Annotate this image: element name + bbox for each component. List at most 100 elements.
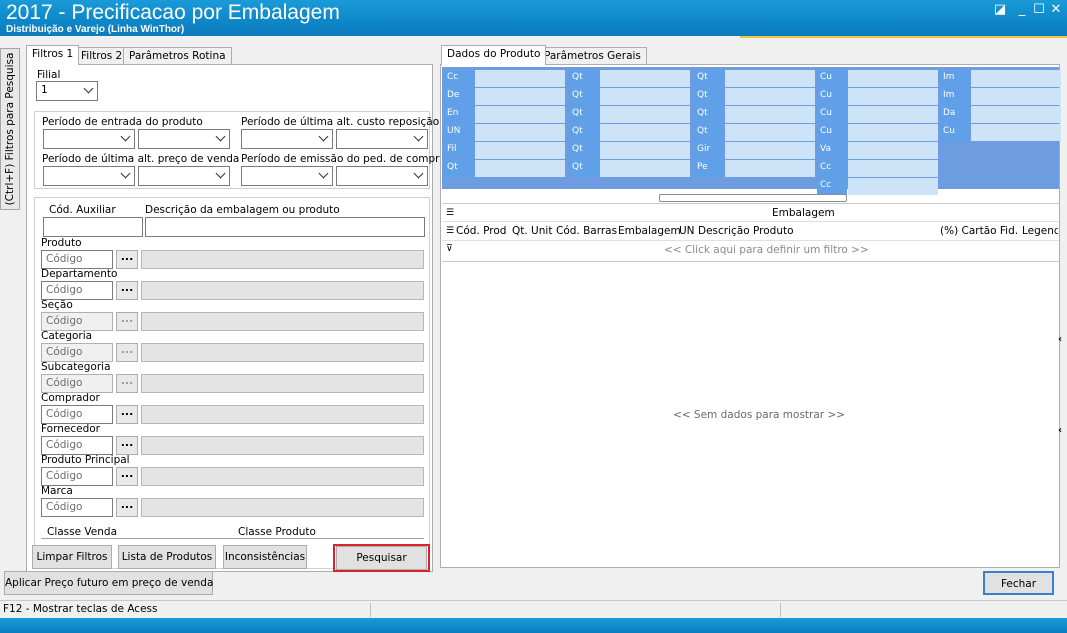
field-label: Categoria bbox=[41, 330, 93, 342]
field-code-input[interactable]: Código bbox=[41, 467, 113, 486]
product-field-label: Qt bbox=[694, 124, 724, 141]
limpar-filtros-button[interactable]: Limpar Filtros bbox=[32, 545, 112, 569]
periodo-custo-inicio[interactable] bbox=[241, 129, 333, 149]
pesquisar-button[interactable]: Pesquisar bbox=[336, 546, 427, 570]
product-field-value bbox=[475, 142, 565, 159]
tab-filtros-2[interactable]: Filtros 2 bbox=[75, 47, 129, 65]
field-lookup-button[interactable]: ... bbox=[116, 343, 138, 362]
periodo-emissao-label: Período de emissão do ped. de compra bbox=[241, 153, 446, 165]
field-code-input[interactable]: Código bbox=[41, 436, 113, 455]
product-field-value bbox=[848, 106, 938, 123]
grid-filter-row[interactable]: << Click aqui para definir um filtro >> bbox=[664, 244, 869, 256]
product-field-label: Cc bbox=[817, 178, 847, 195]
field-description bbox=[141, 343, 424, 362]
product-field-label: Qt bbox=[569, 142, 599, 159]
product-field-value bbox=[475, 124, 565, 141]
field-lookup-button[interactable]: ... bbox=[116, 312, 138, 331]
grid-menu-icon[interactable]: ☰ bbox=[446, 208, 454, 218]
field-label: Comprador bbox=[41, 392, 100, 404]
divider bbox=[442, 221, 1059, 222]
grid-header: ☰ Embalagem ☰ Cód. Prod Qt. Unit Cód. Ba… bbox=[442, 204, 1059, 262]
minimize-icon[interactable]: _ bbox=[1014, 3, 1030, 17]
col-descricao-produto[interactable]: Descrição Produto bbox=[698, 225, 794, 237]
field-code-input[interactable]: Código bbox=[41, 405, 113, 424]
field-description bbox=[141, 374, 424, 393]
chevron-left-icon[interactable]: ‹ bbox=[1058, 425, 1062, 436]
divider bbox=[370, 603, 371, 617]
tab-parametros-rotina[interactable]: Parâmetros Rotina bbox=[123, 47, 232, 65]
periods-group: Período de entrada do produto Período de… bbox=[34, 111, 446, 189]
status-bar: F12 - Mostrar teclas de Acess bbox=[0, 600, 1067, 618]
product-field-label: Cu bbox=[817, 70, 847, 87]
splitter-handle[interactable] bbox=[659, 194, 847, 202]
periodo-emissao-fim[interactable] bbox=[336, 166, 428, 186]
col-un[interactable]: UN bbox=[679, 225, 695, 237]
lista-produtos-button[interactable]: Lista de Produtos bbox=[118, 545, 216, 569]
maximize-icon[interactable]: ☐ bbox=[1031, 3, 1047, 17]
product-field-label: Cc bbox=[817, 160, 847, 177]
chevron-left-icon[interactable]: ‹ bbox=[1058, 334, 1062, 345]
periodo-preco-fim[interactable] bbox=[138, 166, 230, 186]
product-field-value bbox=[600, 70, 690, 87]
filial-label: Filial bbox=[37, 69, 61, 81]
field-code-input[interactable]: Código bbox=[41, 250, 113, 269]
product-field-label: Va bbox=[817, 142, 847, 159]
fechar-button[interactable]: Fechar bbox=[983, 571, 1054, 595]
periodo-custo-fim[interactable] bbox=[336, 129, 428, 149]
col-cartao-fid[interactable]: (%) Cartão Fid. bbox=[940, 225, 1018, 237]
title-accent bbox=[740, 36, 1067, 38]
inconsistencias-button[interactable]: Inconsistências bbox=[223, 545, 307, 569]
filial-select[interactable]: 1 bbox=[36, 81, 98, 101]
field-lookup-button[interactable]: ... bbox=[116, 281, 138, 300]
product-field-value bbox=[848, 70, 938, 87]
product-field-label: Cu bbox=[940, 124, 970, 141]
field-code-input[interactable]: Código bbox=[41, 374, 113, 393]
periodo-entrada-fim[interactable] bbox=[138, 129, 230, 149]
product-field-value bbox=[600, 160, 690, 177]
chevron-down-icon bbox=[318, 168, 329, 179]
chevron-down-icon bbox=[83, 83, 94, 94]
field-label: Seção bbox=[41, 299, 73, 311]
col-cod-prod[interactable]: Cód. Prod bbox=[456, 225, 506, 237]
field-lookup-button[interactable]: ... bbox=[116, 498, 138, 517]
field-label: Produto Principal bbox=[41, 454, 130, 466]
product-field-label: Cc bbox=[444, 70, 474, 87]
col-embalagem[interactable]: Embalagem bbox=[618, 225, 681, 237]
field-lookup-button[interactable]: ... bbox=[116, 405, 138, 424]
product-field-label: Qt bbox=[569, 124, 599, 141]
field-code-input[interactable]: Código bbox=[41, 312, 113, 331]
periodo-emissao-inicio[interactable] bbox=[241, 166, 333, 186]
field-code-input[interactable]: Código bbox=[41, 281, 113, 300]
periodo-entrada-inicio[interactable] bbox=[43, 129, 135, 149]
descricao-input[interactable] bbox=[145, 217, 425, 237]
product-field-label: Cu bbox=[817, 88, 847, 105]
filter-icon[interactable]: ⊽ bbox=[446, 244, 453, 254]
field-code-input[interactable]: Código bbox=[41, 343, 113, 362]
tab-dados-produto[interactable]: Dados do Produto bbox=[441, 45, 547, 65]
field-description bbox=[141, 281, 424, 300]
field-code-input[interactable]: Código bbox=[41, 498, 113, 517]
side-filter-tab[interactable]: (Ctrl+F) Filtros para Pesquisa bbox=[0, 48, 20, 210]
product-field-label: Qt bbox=[444, 160, 474, 177]
column-chooser-icon[interactable]: ☰ bbox=[446, 226, 454, 236]
tab-parametros-gerais[interactable]: Parâmetros Gerais bbox=[538, 47, 647, 65]
product-field-value bbox=[725, 160, 815, 177]
side-filter-tab-label: (Ctrl+F) Filtros para Pesquisa bbox=[4, 52, 16, 206]
field-description bbox=[141, 405, 424, 424]
field-lookup-button[interactable]: ... bbox=[116, 250, 138, 269]
product-field-value bbox=[725, 124, 815, 141]
close-icon[interactable]: ✕ bbox=[1048, 3, 1064, 17]
col-qt-unit[interactable]: Qt. Unit bbox=[512, 225, 552, 237]
aplicar-preco-button[interactable]: Aplicar Preço futuro em preço de venda bbox=[4, 571, 213, 595]
field-lookup-button[interactable]: ... bbox=[116, 374, 138, 393]
field-lookup-button[interactable]: ... bbox=[116, 436, 138, 455]
field-lookup-button[interactable]: ... bbox=[116, 467, 138, 486]
classe-produto-label: Classe Produto bbox=[238, 526, 316, 538]
col-cod-barras[interactable]: Cód. Barras bbox=[556, 225, 617, 237]
col-legend[interactable]: Legend bbox=[1022, 225, 1058, 237]
tab-filtros-1[interactable]: Filtros 1 bbox=[26, 45, 80, 65]
periodo-preco-inicio[interactable] bbox=[43, 166, 135, 186]
cod-auxiliar-input[interactable] bbox=[43, 217, 143, 237]
product-field-value bbox=[848, 160, 938, 177]
restore-icon[interactable]: ◪ bbox=[992, 3, 1008, 17]
